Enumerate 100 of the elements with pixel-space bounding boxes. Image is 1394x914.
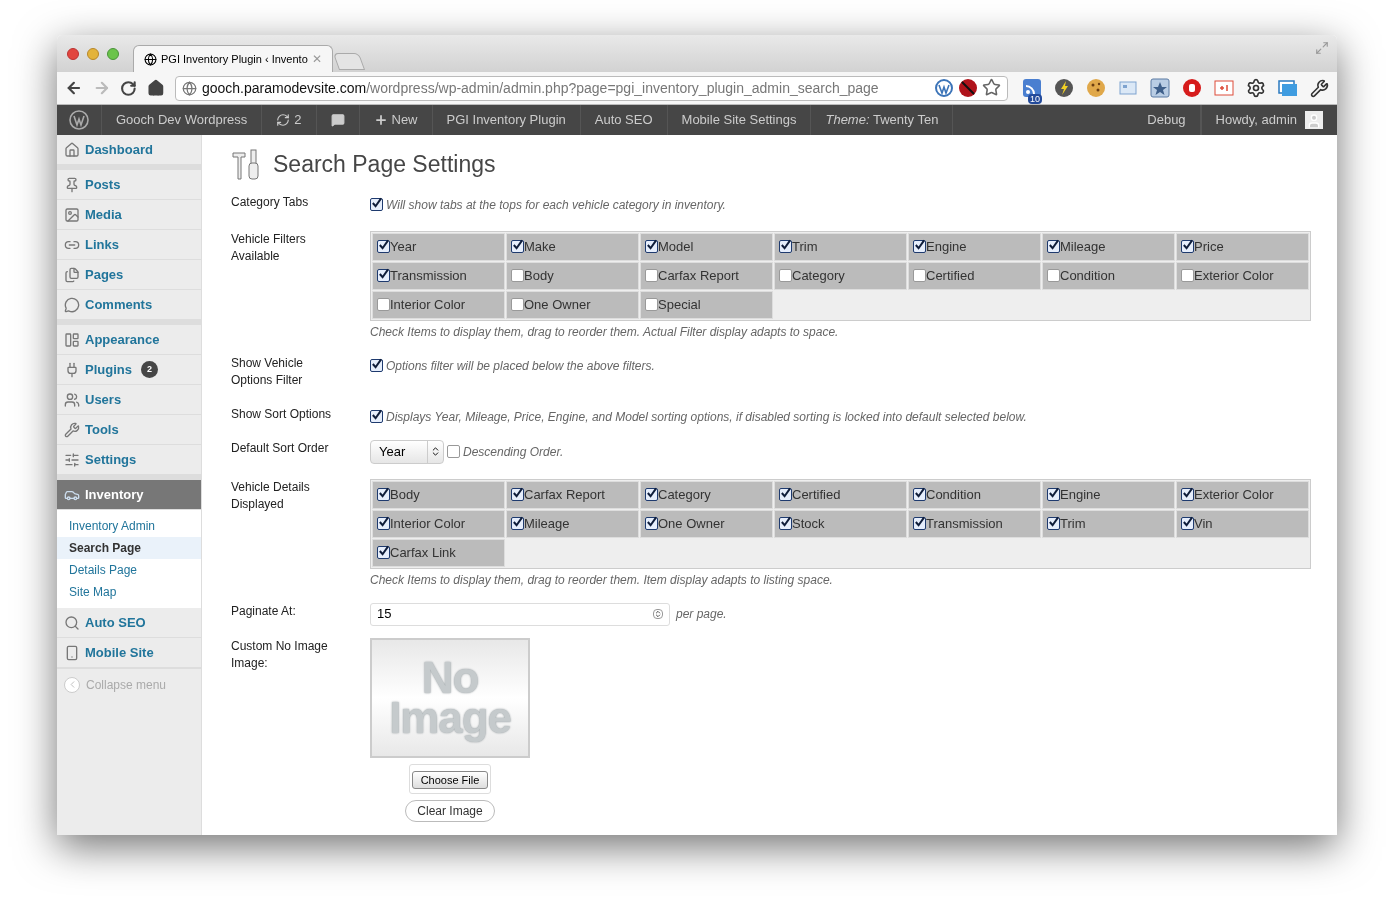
sidebar-item[interactable]: Users xyxy=(57,385,201,415)
checkbox[interactable] xyxy=(779,517,792,530)
rss-icon[interactable] xyxy=(1021,78,1042,98)
option-tile[interactable]: Trim xyxy=(774,232,907,261)
option-tile[interactable]: Make xyxy=(506,232,639,261)
option-tile[interactable]: Transmission xyxy=(372,261,505,290)
sidebar-item[interactable]: Dashboard xyxy=(57,135,201,165)
checkbox[interactable] xyxy=(913,269,926,282)
option-tile[interactable]: Interior Color xyxy=(372,290,505,319)
close-window-icon[interactable] xyxy=(67,47,79,60)
checkbox[interactable] xyxy=(1181,240,1194,253)
option-tile[interactable]: Special xyxy=(640,290,773,319)
option-tile[interactable]: Carfax Report xyxy=(506,480,639,509)
checkbox[interactable] xyxy=(511,517,524,530)
checkbox[interactable] xyxy=(645,240,658,253)
sidebar-item[interactable]: Settings xyxy=(57,445,201,475)
checkbox[interactable] xyxy=(370,198,383,211)
option-tile[interactable]: Mileage xyxy=(506,509,639,538)
checkbox[interactable] xyxy=(913,488,926,501)
reload-icon[interactable] xyxy=(120,79,138,97)
blocked-icon[interactable] xyxy=(957,78,978,98)
settings-icon[interactable] xyxy=(1245,78,1266,98)
checkbox[interactable] xyxy=(377,240,390,253)
option-tile[interactable]: Category xyxy=(774,261,907,290)
checkbox[interactable] xyxy=(377,517,390,530)
checkbox[interactable] xyxy=(645,517,658,530)
checkbox[interactable] xyxy=(377,488,390,501)
browser-tab[interactable]: PGI Inventory Plugin ‹ Invento ✕ xyxy=(133,45,333,72)
checkbox[interactable] xyxy=(447,445,460,458)
sidebar-item[interactable]: Tools xyxy=(57,415,201,445)
checkbox[interactable] xyxy=(779,488,792,501)
checkbox[interactable] xyxy=(1181,269,1194,282)
option-tile[interactable]: Engine xyxy=(1042,480,1175,509)
clear-image-button[interactable]: Clear Image xyxy=(405,799,495,822)
submenu-item[interactable]: Inventory Admin xyxy=(57,515,201,537)
submenu-item[interactable]: Site Map xyxy=(57,581,201,603)
sidebar-item[interactable]: Comments xyxy=(57,290,201,320)
checkbox[interactable] xyxy=(1181,517,1194,530)
checkbox[interactable] xyxy=(779,269,792,282)
option-tile[interactable]: Condition xyxy=(908,480,1041,509)
checkbox[interactable] xyxy=(1047,488,1060,501)
option-tile[interactable]: Engine xyxy=(908,232,1041,261)
option-tile[interactable]: Certified xyxy=(908,261,1041,290)
checkbox[interactable] xyxy=(913,517,926,530)
back-icon[interactable] xyxy=(65,79,83,97)
paginate-field[interactable]: 15 xyxy=(370,602,670,626)
checkbox[interactable] xyxy=(645,269,658,282)
option-tile[interactable]: One Owner xyxy=(506,290,639,319)
lightning-icon[interactable] xyxy=(1053,78,1074,98)
checkbox[interactable] xyxy=(511,240,524,253)
option-tile[interactable]: Stock xyxy=(774,509,907,538)
checkbox[interactable] xyxy=(913,240,926,253)
cookie-icon[interactable] xyxy=(1085,78,1106,98)
option-tile[interactable]: Exterior Color xyxy=(1176,261,1309,290)
sidebar-item[interactable]: Mobile Site xyxy=(57,638,201,668)
checkbox[interactable] xyxy=(779,240,792,253)
home-icon[interactable] xyxy=(147,79,165,97)
option-tile[interactable]: Body xyxy=(372,480,505,509)
checkbox[interactable] xyxy=(1181,488,1194,501)
option-tile[interactable]: Model xyxy=(640,232,773,261)
option-tile[interactable]: Carfax Link xyxy=(372,538,505,567)
sort-select[interactable]: Year xyxy=(370,439,444,464)
sidebar-item[interactable]: Appearance xyxy=(57,325,201,355)
checkbox[interactable] xyxy=(511,298,524,311)
checkbox[interactable] xyxy=(1047,240,1060,253)
checkbox[interactable] xyxy=(1047,517,1060,530)
checkbox[interactable] xyxy=(1047,269,1060,282)
stop-hand-icon[interactable] xyxy=(1181,78,1202,98)
option-tile[interactable]: Condition xyxy=(1042,261,1175,290)
sidebar-item[interactable]: Plugins 2 xyxy=(57,355,201,385)
checkbox[interactable] xyxy=(511,488,524,501)
option-tile[interactable]: Trim xyxy=(1042,509,1175,538)
sidebar-item[interactable]: Media xyxy=(57,200,201,230)
option-tile[interactable]: Interior Color xyxy=(372,509,505,538)
checkbox[interactable] xyxy=(377,269,390,282)
option-tile[interactable]: Vin xyxy=(1176,509,1309,538)
option-tile[interactable]: Carfax Report xyxy=(640,261,773,290)
sidebar-item[interactable]: Links xyxy=(57,230,201,260)
star-box-icon[interactable] xyxy=(1149,78,1170,98)
pictures-icon[interactable] xyxy=(1277,78,1298,98)
checkbox[interactable] xyxy=(370,359,383,372)
wrench-icon[interactable] xyxy=(1309,78,1329,98)
wordpress-circle-icon[interactable] xyxy=(933,78,954,98)
zoom-window-icon[interactable] xyxy=(107,47,119,60)
star-icon[interactable] xyxy=(981,78,1001,97)
checkbox[interactable] xyxy=(645,488,658,501)
checkbox[interactable] xyxy=(645,298,658,311)
address-bar[interactable]: gooch.paramodevsite.com/wordpress/wp-admin/admin.php?page=pgi_inventory_plugin_admin_search_page xyxy=(174,75,1008,101)
checkbox[interactable] xyxy=(377,546,390,559)
submenu-item[interactable]: Details Page xyxy=(57,559,201,581)
choose-file-button[interactable]: Choose File xyxy=(411,770,489,789)
option-tile[interactable]: One Owner xyxy=(640,509,773,538)
sidebar-item[interactable]: Auto SEO xyxy=(57,608,201,638)
option-tile[interactable]: Exterior Color xyxy=(1176,480,1309,509)
option-tile[interactable]: Mileage xyxy=(1042,232,1175,261)
option-tile[interactable]: Certified xyxy=(774,480,907,509)
option-tile[interactable]: Price xyxy=(1176,232,1309,261)
sidebar-item[interactable]: Inventory xyxy=(57,480,201,510)
option-tile[interactable]: Transmission xyxy=(908,509,1041,538)
sidebar-item[interactable]: Pages xyxy=(57,260,201,290)
